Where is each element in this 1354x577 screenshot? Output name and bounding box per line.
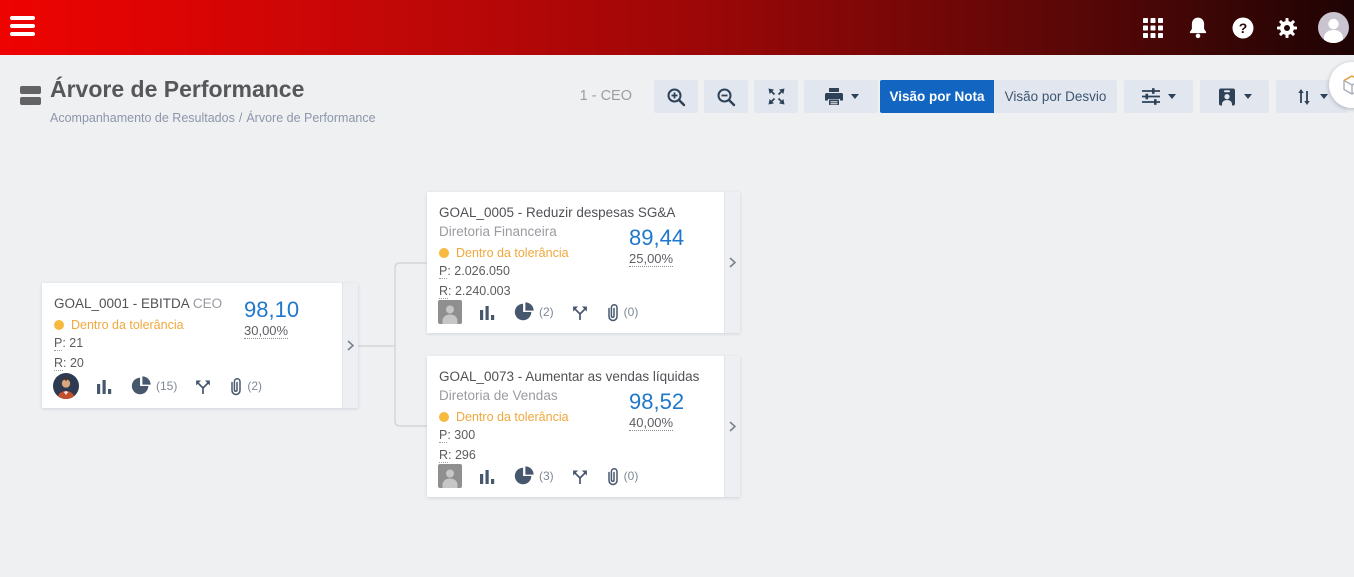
- chevron-right-icon: [729, 257, 736, 268]
- status-label: Dentro da tolerância: [456, 246, 569, 260]
- goal-card-0005[interactable]: GOAL_0005 - Reduzir despesas SG&A Direto…: [427, 192, 740, 333]
- score-block: 98,10 30,00%: [244, 298, 299, 340]
- attachment-clip-icon[interactable]: (0): [606, 467, 639, 486]
- attachment-count: (2): [247, 379, 262, 393]
- chevron-right-icon: [729, 421, 736, 432]
- bar-chart-icon[interactable]: [479, 304, 496, 321]
- responsible-avatar[interactable]: [438, 464, 462, 488]
- responsible-avatar[interactable]: [438, 300, 462, 324]
- real-metric: R: 20: [54, 354, 330, 373]
- attachment-clip-icon[interactable]: (2): [229, 377, 262, 396]
- weight-value: 25,00%: [629, 251, 673, 267]
- split-tree-icon[interactable]: [571, 468, 589, 485]
- score-value: 98,52: [629, 390, 684, 414]
- responsible-avatar[interactable]: [53, 373, 79, 399]
- score-block: 89,44 25,00%: [629, 226, 684, 268]
- score-value: 89,44: [629, 226, 684, 250]
- goal-card-0073[interactable]: GOAL_0073 - Aumentar as vendas líquidas …: [427, 356, 740, 497]
- pie-chart-icon[interactable]: (2): [513, 301, 554, 323]
- weight-value: 40,00%: [629, 415, 673, 431]
- goal-org: Diretoria Financeira: [439, 224, 557, 239]
- status-dot: [54, 320, 64, 330]
- attachment-count: (0): [624, 305, 639, 319]
- status-dot: [439, 412, 449, 422]
- pie-chart-icon[interactable]: (15): [130, 375, 177, 397]
- status-dot: [439, 248, 449, 258]
- assistant-cube-icon: [1341, 74, 1354, 96]
- weight-value: 30,00%: [244, 323, 288, 339]
- goal-card-0001[interactable]: GOAL_0001 - EBITDA CEO Dentro da tolerân…: [42, 283, 358, 408]
- bar-chart-icon[interactable]: [479, 468, 496, 485]
- pie-count: (2): [539, 305, 554, 319]
- split-tree-icon[interactable]: [571, 304, 589, 321]
- pie-count: (15): [156, 379, 177, 393]
- score-value: 98,10: [244, 298, 299, 322]
- pie-count: (3): [539, 469, 554, 483]
- pie-chart-icon[interactable]: (3): [513, 465, 554, 487]
- performance-tree-app: ?: [0, 0, 1354, 577]
- real-metric: R: 2.240.003: [439, 282, 712, 301]
- status-label: Dentro da tolerância: [456, 410, 569, 424]
- score-block: 98,52 40,00%: [629, 390, 684, 432]
- expand-children-button[interactable]: [724, 192, 740, 333]
- bar-chart-icon[interactable]: [96, 378, 113, 395]
- goal-org: Diretoria de Vendas: [439, 388, 558, 403]
- goal-org: CEO: [193, 296, 222, 311]
- expand-children-button[interactable]: [342, 283, 358, 408]
- attachment-clip-icon[interactable]: (0): [606, 303, 639, 322]
- real-metric: R: 296: [439, 446, 712, 465]
- chevron-right-icon: [347, 340, 354, 351]
- expand-children-button[interactable]: [724, 356, 740, 497]
- status-label: Dentro da tolerância: [71, 318, 184, 332]
- split-tree-icon[interactable]: [194, 378, 212, 395]
- attachment-count: (0): [624, 469, 639, 483]
